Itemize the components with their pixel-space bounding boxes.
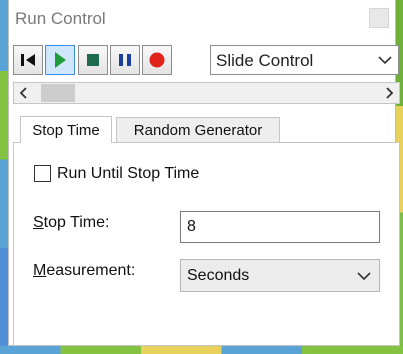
run-button[interactable] <box>45 45 75 75</box>
stop-time-label: Stop Time: <box>33 214 109 232</box>
stop-button[interactable] <box>78 45 108 75</box>
background-left <box>0 0 8 354</box>
measurement-label-text: easurement: <box>46 262 136 279</box>
measurement-label: Measurement: <box>33 262 135 280</box>
horizontal-scrollbar[interactable] <box>13 82 400 104</box>
title-bar: Run Control <box>9 0 395 40</box>
stop-time-access-key: S <box>33 214 44 231</box>
pause-icon <box>119 54 131 66</box>
measurement-access-key: M <box>33 262 47 279</box>
stop-time-input[interactable]: 8 <box>180 211 380 243</box>
measurement-select-value: Seconds <box>187 267 250 284</box>
tab-stop-time[interactable]: Stop Time <box>20 116 112 143</box>
chevron-down-icon <box>378 56 392 65</box>
tab-stop-time-label: Stop Time <box>32 121 100 139</box>
step-button[interactable] <box>13 45 43 75</box>
run-until-stop-time-label: Run Until Stop Time <box>57 165 200 182</box>
tab-random-generator[interactable]: Random Generator <box>116 117 280 142</box>
tab-random-generator-label: Random Generator <box>133 121 263 139</box>
measurement-select[interactable]: Seconds <box>180 259 380 292</box>
chevron-down-icon <box>357 272 371 281</box>
stop-icon <box>87 54 99 66</box>
skip-to-start-icon <box>21 54 35 66</box>
play-icon <box>55 52 66 68</box>
close-button[interactable] <box>369 8 389 28</box>
mode-select-value: Slide Control <box>216 51 314 70</box>
pause-button[interactable] <box>110 45 140 75</box>
background-bottom <box>0 346 403 354</box>
stop-time-label-text: top Time: <box>43 214 110 231</box>
record-icon <box>149 52 165 68</box>
window-title: Run Control <box>15 9 106 28</box>
scroll-left-icon[interactable] <box>19 87 29 99</box>
mode-select[interactable]: Slide Control <box>210 45 399 75</box>
scrollbar-thumb[interactable] <box>41 84 75 102</box>
run-until-stop-time-checkbox[interactable] <box>34 165 51 182</box>
record-button[interactable] <box>142 45 172 75</box>
scroll-right-icon[interactable] <box>384 87 394 99</box>
